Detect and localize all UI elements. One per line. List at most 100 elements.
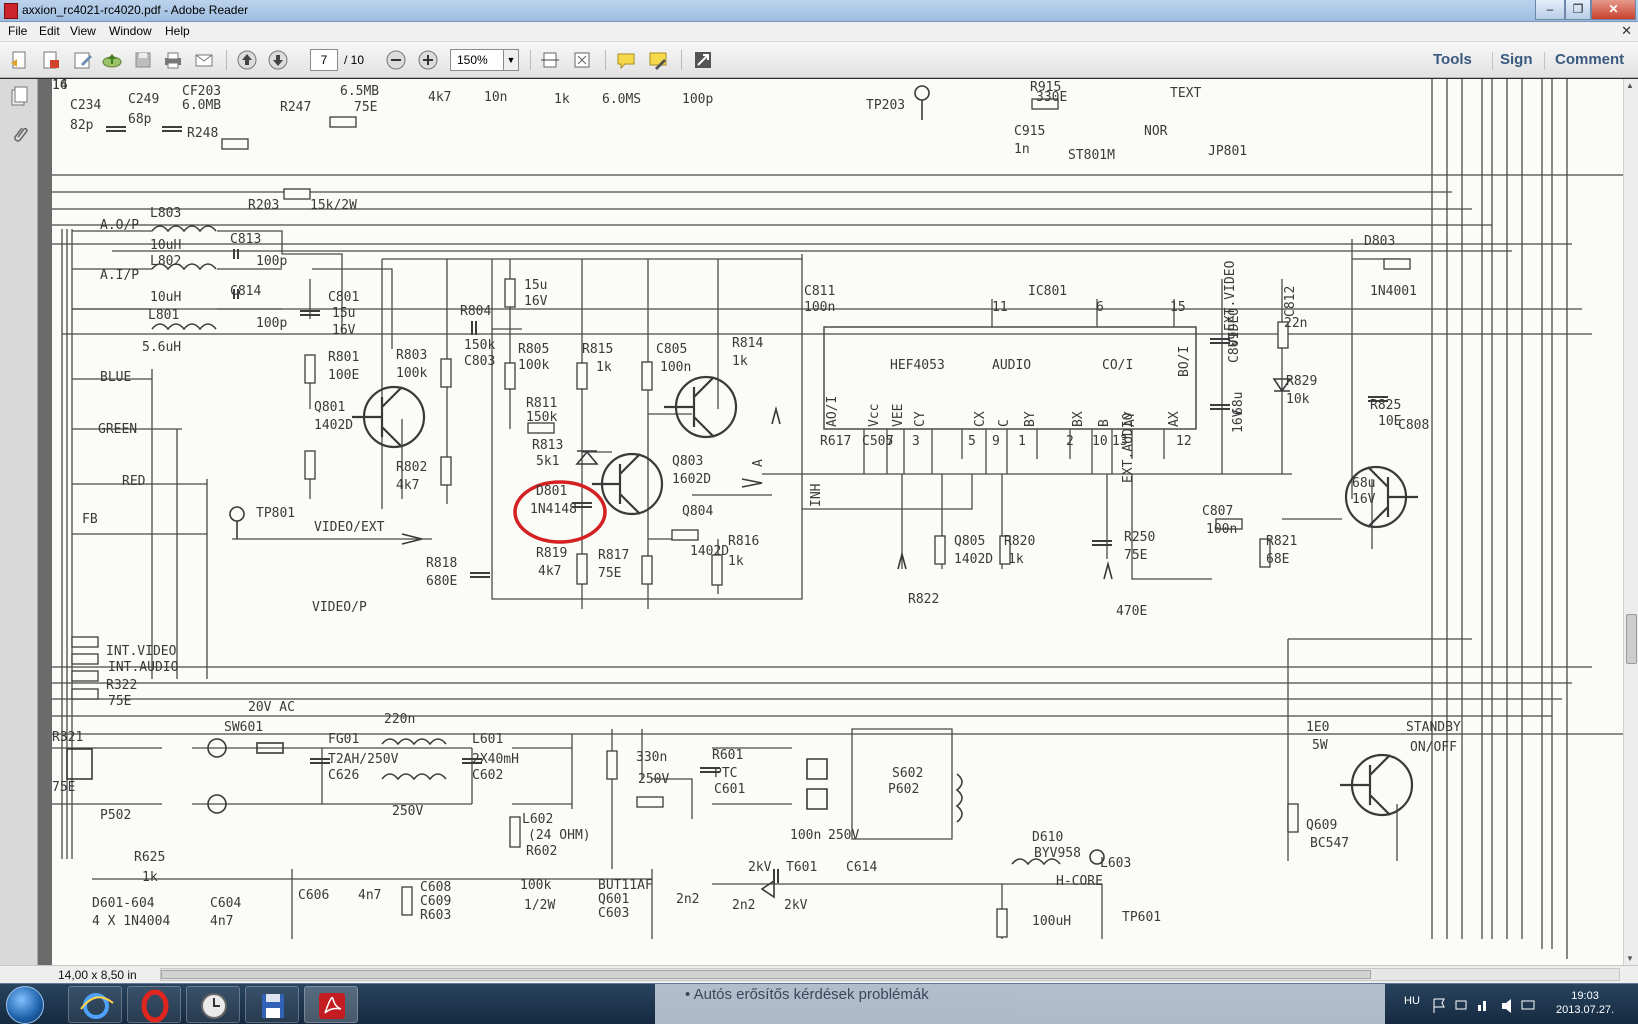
attachments-icon[interactable] [8,123,30,147]
adobe-reader-icon[interactable] [304,986,358,1023]
comment-note-icon[interactable] [615,49,637,71]
schematic-label: 1402D [690,544,730,559]
maximize-button[interactable]: ❐ [1565,0,1591,20]
schematic-label: R601 [712,748,744,763]
save-icon[interactable] [132,49,154,71]
language-indicator[interactable]: HU [1404,995,1420,1007]
menu-file[interactable]: File [8,24,27,38]
system-tray-icons[interactable] [1430,995,1540,1015]
schematic-label: R820 [1004,534,1036,549]
schematic-label: 68p [128,112,152,127]
start-button[interactable] [6,986,44,1024]
schematic-label: 1k [596,360,612,375]
schematic-label: R829 [1286,374,1318,389]
edit-pdf-icon[interactable] [72,49,94,71]
cloud-upload-icon[interactable] [101,49,123,71]
schematic-label: P602 [888,782,920,797]
schematic-label: 3 [912,434,920,449]
email-icon[interactable] [193,49,215,71]
horizontal-scroll-thumb[interactable] [161,970,1371,979]
opera-browser-icon[interactable] [127,986,181,1023]
schematic-label: 10k [1286,392,1310,407]
fit-page-icon[interactable] [571,49,593,71]
schematic-label: 75E [1124,548,1148,563]
schematic-label: 250V [392,804,424,819]
fit-width-icon[interactable] [539,49,561,71]
schematic-label: 15 [1170,300,1186,315]
menu-view[interactable]: View [70,24,96,38]
next-page-icon[interactable] [267,49,289,71]
highlight-icon[interactable] [647,49,669,71]
schematic-page: C234 82p C249 68p CF203 6.0MB R248 R247 6.5MB 75E… [52,79,1623,965]
toolbar-separator [605,50,606,70]
schematic-label: R816 [728,534,760,549]
schematic-label: R801 [328,350,360,365]
full-screen-icon[interactable] [692,49,714,71]
schematic-label: CX [973,411,988,427]
zoom-level-input[interactable]: 150% [450,49,504,71]
document-view[interactable]: C234 82p C249 68p CF203 6.0MB R248 R247 6.5MB 75E… [38,79,1623,965]
scroll-down-icon[interactable]: ▼ [1626,954,1634,963]
scroll-up-icon[interactable]: ▲ [1626,81,1634,90]
schematic-label: SW601 [224,720,264,735]
clock-app-icon[interactable] [186,986,240,1023]
schematic-label: C808 [1398,418,1430,433]
schematic-label: INT.VIDEO [106,644,177,659]
schematic-label: 10 [1092,434,1108,449]
toolbar-separator [1492,52,1493,70]
schematic-label: 16 [52,79,68,93]
schematic-label: L603 [1100,856,1132,871]
zoom-dropdown-icon[interactable]: ▼ [503,49,519,71]
page-size-readout: 14,00 x 8,50 in [58,968,137,982]
schematic-label: C249 [128,92,160,107]
schematic-label: 5k1 [536,454,560,469]
comment-pane-button[interactable]: Comment [1555,51,1624,68]
schematic-label: 5 [968,434,976,449]
floppy-save-icon[interactable] [245,986,299,1023]
page-thumbnails-icon[interactable] [8,85,30,109]
schematic-label: L602 [522,812,554,827]
minimize-button[interactable]: – [1535,0,1565,20]
schematic-label: 100n [1206,522,1238,537]
internet-explorer-icon[interactable] [68,986,122,1023]
schematic-label: HEF4053 [890,358,945,373]
schematic-label: 9 [992,434,1000,449]
toolbar-separator [681,50,682,70]
export-pdf-icon[interactable] [40,49,62,71]
page-number-input[interactable]: 7 [310,49,338,71]
system-clock[interactable]: 19:03 2013.07.27. [1556,989,1614,1017]
zoom-in-icon[interactable] [417,49,439,71]
menu-edit[interactable]: Edit [39,24,60,38]
schematic-label: 1N4001 [1370,284,1417,299]
schematic-label: R811 [526,396,558,411]
schematic-label: R625 [134,850,166,865]
schematic-label: 2n2 [676,892,700,907]
schematic-label: 100E [328,368,360,383]
menu-help[interactable]: Help [165,24,190,38]
tools-pane-button[interactable]: Tools [1433,51,1472,68]
zoom-out-icon[interactable] [385,49,407,71]
horizontal-scrollbar[interactable] [160,968,1620,981]
schematic-label: TEXT [1170,86,1202,101]
close-document-icon[interactable]: ✕ [1621,23,1632,39]
schematic-label: CO/I [1102,358,1134,373]
schematic-label: P502 [100,808,132,823]
schematic-label: 4n7 [210,914,234,929]
schematic-label: 100p [256,316,288,331]
schematic-label: 1 [1018,434,1026,449]
schematic-label: 150k [526,410,558,425]
create-pdf-icon[interactable] [9,49,31,71]
schematic-label: L802 [150,254,182,269]
sign-pane-button[interactable]: Sign [1500,51,1533,68]
schematic-label: 1402D [954,552,994,567]
menu-window[interactable]: Window [109,24,152,38]
previous-page-icon[interactable] [236,49,258,71]
schematic-label: BYV958 [1034,846,1081,861]
scroll-thumb[interactable] [1626,614,1637,664]
schematic-label: 4n7 [358,888,382,903]
vertical-scrollbar[interactable]: ▲ ▼ [1623,79,1638,965]
close-button[interactable]: ✕ [1591,0,1636,20]
schematic-label: 75E [598,566,622,581]
print-icon[interactable] [162,49,184,71]
schematic-label: 100n [804,300,836,315]
